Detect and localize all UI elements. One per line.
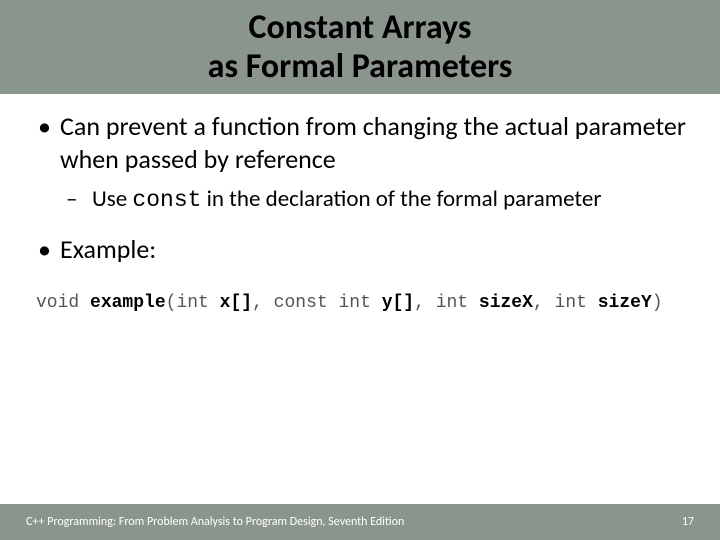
code-fn: example [90, 293, 166, 313]
slide-body: Can prevent a function from changing the… [0, 94, 720, 504]
bullet-1-text: Can prevent a function from changing the… [60, 110, 686, 175]
code-p3: sizeX [479, 293, 533, 313]
bullet-item-2: Example: [30, 233, 690, 266]
code-t2: , const int [252, 293, 382, 313]
sub1-code: const [132, 187, 201, 213]
code-example: void example(int x[], const int y[], int… [36, 293, 690, 313]
code-t4: , int [533, 293, 598, 313]
bullet-list: Can prevent a function from changing the… [30, 110, 690, 265]
code-t1: (int [166, 293, 220, 313]
sub1-prefix: Use [92, 185, 132, 213]
slide: { "title": { "line1": "Constant Arrays",… [0, 0, 720, 540]
title-line1: Constant Arrays [249, 7, 472, 48]
bullet-2-text: Example: [60, 233, 156, 265]
code-p2: y[] [382, 293, 414, 313]
title-bar: Constant Arrays as Formal Parameters [0, 0, 720, 94]
title-line2: as Formal Parameters [208, 46, 513, 87]
sub1-suffix: in the declaration of the formal paramet… [201, 185, 601, 213]
sub-bullet-list: Use const in the declaration of the form… [60, 185, 690, 215]
footer-bar: C++ Programming: From Problem Analysis t… [0, 504, 720, 540]
footer-book-title: C++ Programming: From Problem Analysis t… [26, 515, 404, 529]
code-p1: x[] [220, 293, 252, 313]
code-p4: sizeY [598, 293, 652, 313]
bullet-item-1: Can prevent a function from changing the… [30, 110, 690, 215]
footer-page-number: 17 [682, 515, 694, 529]
sub-bullet-1: Use const in the declaration of the form… [66, 185, 690, 215]
code-t0: void [36, 293, 90, 313]
code-t5: ) [652, 293, 663, 313]
slide-title: Constant Arrays as Formal Parameters [0, 8, 720, 86]
code-t3: , int [414, 293, 479, 313]
